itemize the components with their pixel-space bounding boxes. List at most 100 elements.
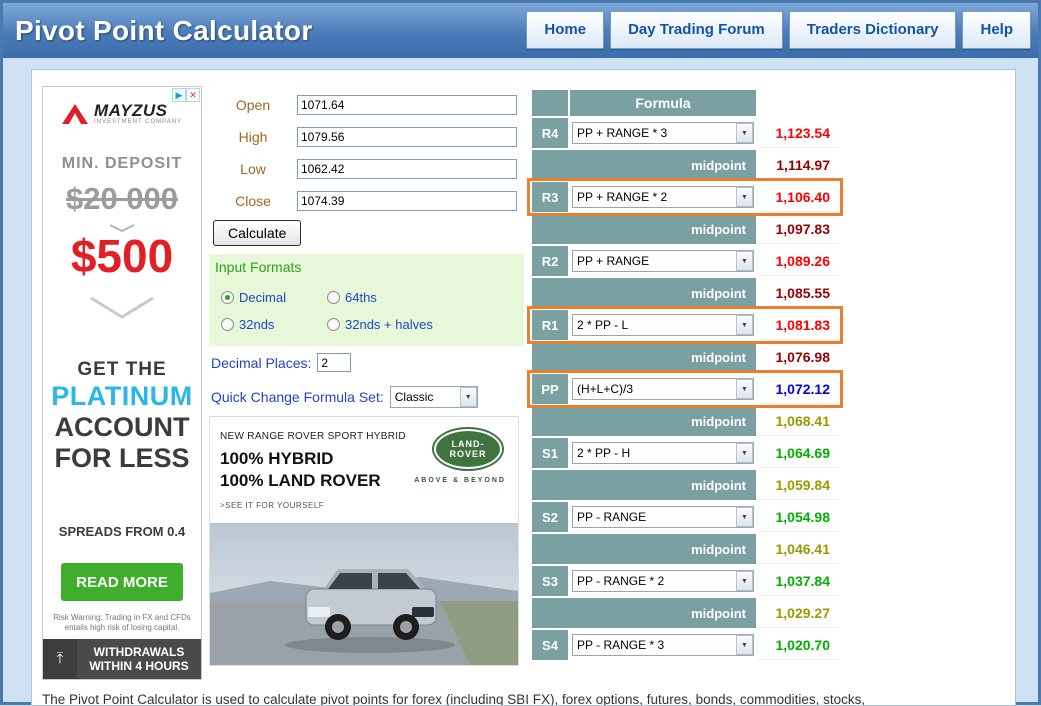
formula-select-r4[interactable]: PP + RANGE * 3 (572, 122, 754, 144)
min-deposit-label: MIN. DEPOSIT (61, 155, 183, 172)
header-bar: Pivot Point Calculator Home Day Trading … (3, 3, 1038, 58)
page-title: Pivot Point Calculator (15, 14, 313, 46)
low-input[interactable] (297, 158, 517, 179)
formula-select-s1[interactable]: 2 * PP - H (572, 442, 754, 464)
mayzus-brand: MAYZUS INVESTMENT COMPANY (43, 101, 201, 125)
risk-warning: Risk Warning: Trading in FX and CFDs ent… (53, 613, 191, 632)
formula-header: Formula (570, 90, 756, 116)
mayzus-ad[interactable]: ▶ ✕ MAYZUS INVESTMENT COMPANY MIN. DEPOS… (42, 86, 202, 680)
ad-line-account: ACCOUNT (54, 412, 190, 442)
read-more-button[interactable]: READ MORE (61, 563, 183, 601)
value-s4: 1,020.70 (758, 630, 838, 660)
formula-select-s4[interactable]: PP - RANGE * 3 (572, 634, 754, 656)
quick-change-select[interactable]: Classic (389, 386, 478, 408)
decimal-places-label: Decimal Places: (211, 354, 312, 371)
value-r2: 1,089.26 (758, 246, 838, 276)
nav-day-trading-forum[interactable]: Day Trading Forum (610, 11, 783, 49)
low-label: Low (240, 160, 266, 177)
value-r3: 1,106.40 (758, 182, 838, 212)
lr-cta[interactable]: >SEE IT FOR YOURSELF (220, 501, 324, 510)
row-label-r4: R4 (532, 118, 568, 148)
midpoint-label-6: midpoint (532, 470, 756, 500)
value-midpoint-5: 1,068.41 (758, 406, 838, 436)
new-amount: $500 (70, 230, 174, 282)
close-input[interactable] (297, 190, 517, 211)
car-photo (210, 523, 518, 665)
formula-select-s3[interactable]: PP - RANGE * 2 (572, 570, 754, 592)
ad-close-icon[interactable]: ✕ (186, 88, 200, 102)
midpoint-label-3: midpoint (532, 278, 756, 308)
nav-home[interactable]: Home (526, 11, 605, 49)
input-formats-panel: Input Formats Decimal 64ths 32nds 32nds … (209, 254, 524, 346)
high-input[interactable] (297, 126, 517, 147)
field-row-open: Open (209, 94, 524, 115)
open-input[interactable] (297, 94, 517, 115)
main-panel: ▶ ✕ MAYZUS INVESTMENT COMPANY MIN. DEPOS… (31, 69, 1016, 706)
value-r1: 1,081.83 (758, 310, 838, 340)
row-label-s1: S1 (532, 438, 568, 468)
land-rover-logo: LAND- ROVER (434, 429, 502, 469)
value-midpoint-6: 1,059.84 (758, 470, 838, 500)
value-s2: 1,054.98 (758, 502, 838, 532)
decimal-places-input[interactable] (317, 353, 352, 372)
formula-select-r1[interactable]: 2 * PP - L (572, 314, 754, 336)
pivot-table: Formula R4 PP + RANGE * 3 ▼ 1,123.54 midp… (527, 90, 843, 660)
input-formats-title: Input Formats (215, 259, 302, 275)
radio-32nds-label[interactable]: 32nds (239, 317, 274, 332)
brand-name: MAYZUS (93, 101, 168, 120)
value-midpoint-4: 1,076.98 (758, 342, 838, 372)
midpoint-label-4: midpoint (532, 342, 756, 372)
value-pp: 1,072.12 (758, 374, 838, 404)
nav: Home Day Trading Forum Traders Dictionar… (526, 11, 1031, 49)
formula-select-r2[interactable]: PP + RANGE (572, 250, 754, 272)
ad-line-get-the: GET THE (77, 359, 167, 380)
formula-select-r3[interactable]: PP + RANGE * 2 (572, 186, 754, 208)
radio-64ths[interactable] (327, 291, 340, 304)
formula-select-pp[interactable]: (H+L+C)/3 (572, 378, 754, 400)
open-label: Open (235, 96, 271, 113)
value-s1: 1,064.69 (758, 438, 838, 468)
calculate-button[interactable]: Calculate (213, 220, 302, 246)
midpoint-label-5: midpoint (532, 406, 756, 436)
value-s3: 1,037.84 (758, 566, 838, 596)
radio-decimal-label[interactable]: Decimal (239, 290, 286, 305)
ad-line-platinum: PLATINUM (51, 381, 193, 411)
value-midpoint-8: 1,029.27 (758, 598, 838, 628)
quick-change-row: Quick Change Formula Set: Classic ▼ (211, 386, 478, 408)
radio-64ths-label[interactable]: 64ths (345, 290, 377, 305)
land-rover-ad[interactable]: NEW RANGE ROVER SPORT HYBRID 100% HYBRID… (209, 416, 519, 666)
brand-subtitle: INVESTMENT COMPANY (93, 119, 183, 125)
field-row-high: High (209, 126, 524, 147)
value-header-blank (758, 90, 838, 116)
up-arrows-icon: ⤒ (43, 639, 77, 679)
close-label: Close (235, 192, 271, 209)
nav-traders-dictionary[interactable]: Traders Dictionary (788, 11, 957, 49)
value-midpoint-1: 1,114.97 (758, 150, 838, 180)
lr-tagline: ABOVE & BEYOND (414, 477, 506, 484)
mayzus-logo-icon (61, 104, 88, 124)
decimal-places-row: Decimal Places: (211, 353, 352, 372)
radio-32nds[interactable] (221, 318, 234, 331)
radio-decimal[interactable] (221, 291, 234, 304)
field-row-low: Low (209, 158, 524, 179)
ad-line-spreads: SPREADS FROM 0.4 (58, 524, 186, 539)
page: Pivot Point Calculator Home Day Trading … (0, 0, 1041, 706)
radio-32nds-halves[interactable] (327, 318, 340, 331)
withdrawals-banner: ⤒ WITHDRAWALS WITHIN 4 HOURS (43, 639, 201, 679)
lr-landrover-line: 100% LAND ROVER (220, 471, 381, 490)
midpoint-label-2: midpoint (532, 214, 756, 244)
quick-change-label: Quick Change Formula Set: (211, 389, 384, 405)
footer-description: The Pivot Point Calculator is used to ca… (42, 692, 866, 706)
row-label-s2: S2 (532, 502, 568, 532)
nav-help[interactable]: Help (962, 11, 1031, 49)
value-midpoint-7: 1,046.41 (758, 534, 838, 564)
formula-select-s2[interactable]: PP - RANGE (572, 506, 754, 528)
withdrawals-line2: WITHIN 4 HOURS (89, 659, 189, 673)
lr-headline: NEW RANGE ROVER SPORT HYBRID (220, 431, 406, 442)
old-amount: $20 000 (65, 181, 179, 216)
adchoices-icon[interactable]: ▶ (172, 88, 186, 102)
input-column: Open High Low Close Calculate Input Form… (209, 70, 524, 705)
radio-32nds-halves-label[interactable]: 32nds + halves (345, 317, 433, 332)
lr-hybrid-line: 100% HYBRID (220, 449, 334, 468)
row-label-r2: R2 (532, 246, 568, 276)
